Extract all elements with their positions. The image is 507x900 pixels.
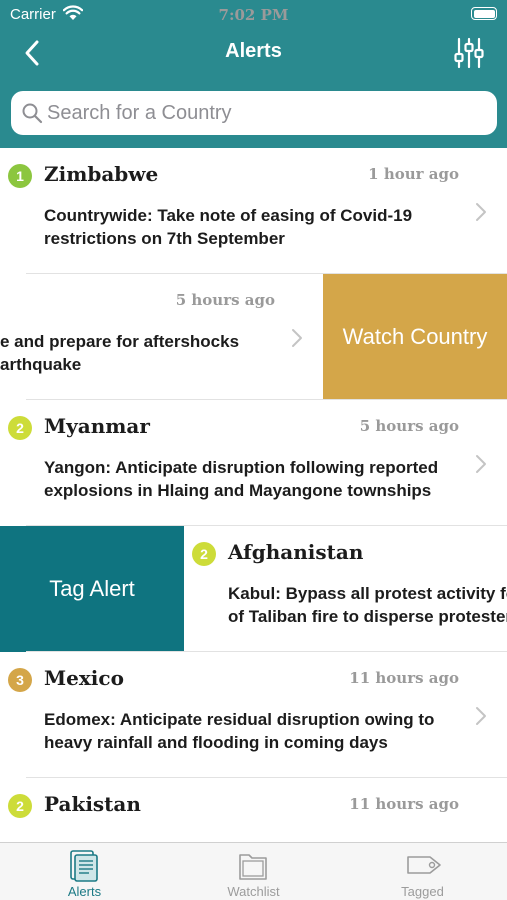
alert-time: 5 hours ago: [175, 291, 275, 309]
navigation-bar: Alerts: [0, 28, 507, 78]
tab-watchlist[interactable]: Watchlist: [169, 843, 338, 900]
page-title: Alerts: [225, 40, 282, 62]
alert-time: 11 hours ago: [349, 669, 459, 687]
tab-tagged[interactable]: Tagged: [338, 843, 507, 900]
alert-row[interactable]: 2 Pakistan 11 hours ago: [0, 778, 507, 842]
alert-time: 11 hours ago: [349, 795, 459, 813]
battery-icon: [471, 7, 497, 20]
alert-summary-line: of Taliban fire to disperse protester: [228, 607, 507, 626]
search-icon: [22, 103, 43, 124]
alert-summary-line: e and prepare for aftershocks: [0, 332, 240, 351]
document-icon: [70, 850, 98, 882]
alert-row[interactable]: 1 Zimbabwe 1 hour ago Countrywide: Take …: [0, 148, 507, 274]
alert-list: 1 Zimbabwe 1 hour ago Countrywide: Take …: [0, 148, 507, 842]
alert-row[interactable]: 2 Myanmar 5 hours ago Yangon: Anticipate…: [0, 400, 507, 526]
severity-badge: 2: [8, 794, 32, 818]
severity-badge: 1: [8, 164, 32, 188]
severity-badge: 3: [8, 668, 32, 692]
search-input[interactable]: [47, 91, 487, 135]
severity-badge: 2: [8, 416, 32, 440]
alert-summary: Yangon: Anticipate disruption following …: [44, 458, 439, 500]
alert-row[interactable]: 5 hours ago e and prepare for aftershock…: [0, 274, 507, 400]
alert-content: 2 Pakistan 11 hours ago: [0, 778, 507, 842]
alert-country: Pakistan: [44, 792, 141, 816]
sliders-icon[interactable]: [453, 36, 485, 70]
tab-label: Alerts: [67, 884, 102, 899]
chevron-right-icon: [292, 329, 302, 347]
tab-alerts[interactable]: Alerts: [0, 843, 169, 900]
tag-alert-button[interactable]: Tag Alert: [0, 526, 184, 652]
chevron-right-icon: [476, 203, 486, 221]
alert-country: Myanmar: [44, 414, 150, 438]
alert-summary: e and prepare for aftershocks arthquake: [0, 330, 300, 376]
alert-country: Mexico: [44, 666, 124, 690]
alert-summary: Edomex: Anticipate residual disruption o…: [44, 710, 435, 752]
alert-content: 5 hours ago e and prepare for aftershock…: [0, 274, 323, 400]
chevron-right-icon: [476, 455, 486, 473]
alert-content: 2 Afghanistan Kabul: Bypass all protest …: [184, 526, 507, 652]
tab-label: Watchlist: [227, 884, 280, 899]
search-field[interactable]: [11, 91, 497, 135]
alert-time: 1 hour ago: [368, 165, 459, 183]
alert-summary: Kabul: Bypass all protest activity fo of…: [228, 582, 507, 628]
alert-row[interactable]: 2 Afghanistan Kabul: Bypass all protest …: [0, 526, 507, 652]
alert-row[interactable]: 3 Mexico 11 hours ago Edomex: Anticipate…: [0, 652, 507, 778]
severity-badge: 2: [192, 542, 216, 566]
alert-time: 5 hours ago: [359, 417, 459, 435]
alert-content: 2 Myanmar 5 hours ago Yangon: Anticipate…: [0, 400, 507, 526]
tab-label: Tagged: [401, 884, 444, 899]
tab-bar: Alerts Watchlist Tagged: [0, 842, 507, 900]
watch-country-button[interactable]: Watch Country: [323, 274, 507, 400]
search-bar: [0, 78, 507, 148]
alert-summary: Countrywide: Take note of easing of Covi…: [44, 206, 413, 248]
header: Carrier 7:02 PM Alerts: [0, 0, 507, 148]
alert-content: 3 Mexico 11 hours ago Edomex: Anticipate…: [0, 652, 507, 778]
folder-icon: [239, 854, 267, 880]
alert-content: 1 Zimbabwe 1 hour ago Countrywide: Take …: [0, 148, 507, 274]
tag-icon: [407, 856, 441, 874]
status-time: 7:02 PM: [218, 6, 289, 24]
chevron-right-icon: [476, 707, 486, 725]
status-bar: Carrier 7:02 PM: [0, 0, 507, 28]
alert-summary-line: arthquake: [0, 355, 82, 374]
alert-summary-line: Kabul: Bypass all protest activity fo: [228, 584, 507, 603]
alert-country: Afghanistan: [228, 540, 364, 564]
alert-country: Zimbabwe: [44, 162, 159, 186]
